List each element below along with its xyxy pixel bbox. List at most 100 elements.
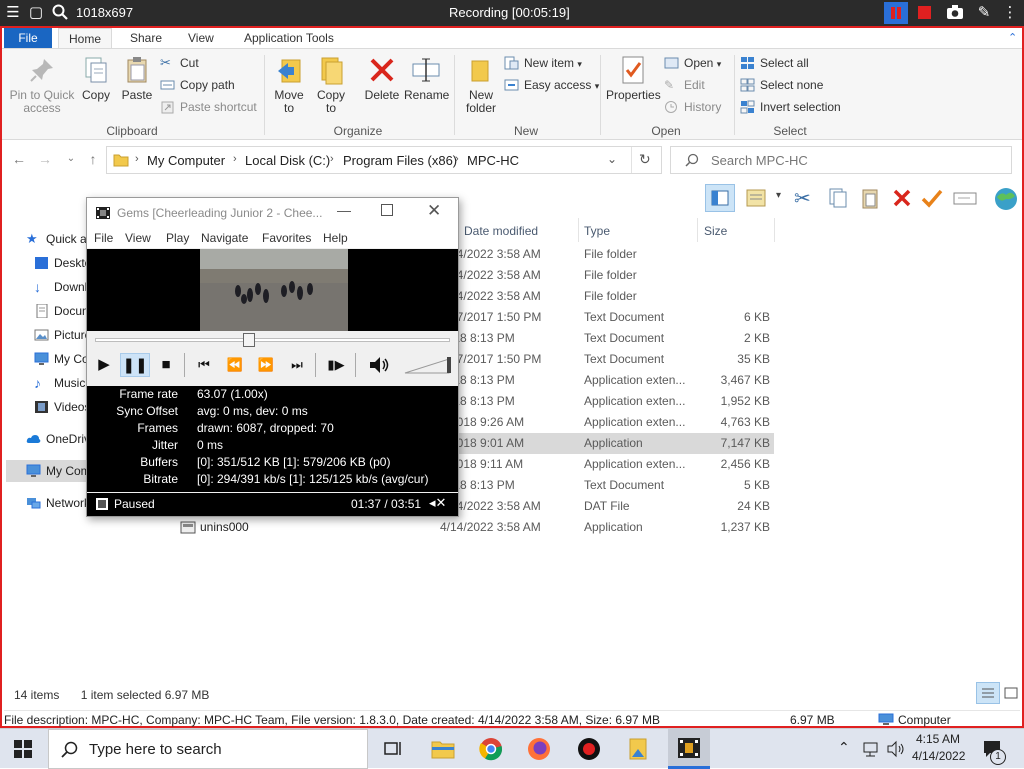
breadcrumb-program-files[interactable]: Program Files (x86) — [343, 153, 457, 168]
edit-button[interactable]: ✎ Edit — [664, 75, 705, 95]
large-icons-view-button[interactable] — [1002, 684, 1020, 702]
copy-button[interactable]: Copy — [78, 55, 114, 102]
easy-access-button[interactable]: Easy access ▾ — [504, 75, 599, 95]
volume-tray-icon[interactable] — [886, 740, 906, 758]
network-tray-icon[interactable] — [862, 740, 880, 758]
chevron-up-icon[interactable]: ⌃ — [1008, 31, 1017, 44]
tab-file[interactable]: File — [4, 28, 52, 48]
tab-share[interactable]: Share — [120, 28, 172, 48]
taskbar-search-box[interactable]: Type here to search — [48, 729, 368, 769]
open-button[interactable]: Open ▾ — [664, 53, 721, 73]
search-box[interactable]: Search MPC-HC — [670, 146, 1012, 174]
fast-forward-button[interactable]: ⏩ — [254, 353, 278, 377]
window-icon[interactable]: ▢ — [27, 4, 45, 22]
breadcrumb-local-disk[interactable]: Local Disk (C:) — [245, 153, 330, 168]
menu-help[interactable]: Help — [323, 231, 348, 245]
chrome-icon[interactable] — [476, 735, 506, 763]
photos-app-icon[interactable] — [624, 735, 654, 763]
back-arrow-icon[interactable]: ← — [10, 150, 28, 168]
tab-application-tools[interactable]: Application Tools — [234, 28, 344, 48]
rename-toolbar-icon[interactable] — [952, 186, 978, 210]
copy-path-button[interactable]: Copy path — [160, 75, 235, 95]
address-bar[interactable]: › My Computer › Local Disk (C:) › Progra… — [106, 146, 662, 174]
forward-arrow-icon[interactable]: → — [36, 150, 54, 168]
volume-slider[interactable] — [403, 355, 455, 375]
seek-thumb[interactable] — [243, 333, 255, 347]
mpc-title-bar[interactable]: Gems [Cheerleading Junior 2 - Chee... — … — [87, 198, 458, 228]
rewind-button[interactable]: ⏪ — [223, 353, 247, 377]
cut-toolbar-icon[interactable]: ✂ — [794, 186, 811, 211]
paste-button[interactable]: Paste — [118, 55, 156, 102]
audio-muted-icon[interactable]: ◂✕ — [429, 495, 446, 511]
paste-toolbar-icon[interactable] — [858, 186, 882, 210]
hamburger-icon[interactable]: ☰ — [4, 4, 22, 22]
column-header-type[interactable]: Type — [584, 220, 610, 242]
tab-home[interactable]: Home — [58, 28, 113, 48]
play-button[interactable]: ▶ — [92, 353, 116, 377]
seek-bar[interactable] — [95, 333, 450, 347]
stop-button[interactable]: ■ — [154, 353, 178, 377]
select-all-button[interactable]: Select all — [740, 53, 809, 73]
search-icon[interactable] — [51, 4, 69, 22]
nav-music[interactable]: ♪ Music — [34, 372, 85, 394]
menu-navigate[interactable]: Navigate — [201, 231, 248, 245]
select-none-button[interactable]: Select none — [740, 75, 823, 95]
preview-pane-button[interactable] — [705, 184, 735, 212]
menu-favorites[interactable]: Favorites — [262, 231, 311, 245]
maximize-button[interactable] — [381, 204, 393, 216]
next-button[interactable]: ⏭ — [285, 353, 309, 377]
up-arrow-icon[interactable]: ↑ — [84, 150, 102, 168]
volume-thumb[interactable] — [447, 357, 451, 373]
chevron-up-icon[interactable]: ⌃ — [838, 739, 850, 756]
breadcrumb-mpc-hc[interactable]: MPC-HC — [467, 153, 519, 168]
cut-button[interactable]: ✂ Cut — [160, 53, 199, 73]
menu-file[interactable]: File — [94, 231, 113, 245]
history-button[interactable]: History — [664, 97, 721, 117]
breadcrumb-my-computer[interactable]: My Computer — [147, 153, 225, 168]
column-header-size[interactable]: Size — [704, 220, 727, 242]
clock-date[interactable]: 4/14/2022 — [912, 749, 965, 763]
pen-icon[interactable]: ✎ — [975, 4, 993, 22]
delete-toolbar-icon[interactable] — [890, 186, 914, 210]
new-item-button[interactable]: New item ▾ — [504, 53, 582, 73]
checkmark-icon[interactable] — [920, 186, 944, 210]
frame-step-button[interactable]: ▮▶ — [324, 353, 348, 377]
previous-button[interactable]: ⏮ — [192, 353, 216, 377]
windows-start-icon[interactable] — [14, 740, 32, 758]
rename-button[interactable]: Rename — [404, 55, 449, 102]
video-area[interactable] — [87, 249, 458, 331]
menu-play[interactable]: Play — [166, 231, 189, 245]
file-row[interactable]: unins000 4/14/2022 3:58 AM Application 1… — [176, 517, 774, 538]
mpc-hc-taskbar-button[interactable] — [668, 729, 710, 769]
menu-dots-icon[interactable]: ⋮ — [1001, 4, 1019, 22]
pause-button[interactable]: ❚❚ — [120, 353, 150, 377]
recent-dropdown-icon[interactable]: ⌄ — [62, 150, 80, 168]
new-folder-button[interactable]: New folder — [460, 55, 502, 115]
globe-icon[interactable] — [992, 184, 1020, 212]
record-app-icon[interactable] — [574, 735, 604, 763]
stop-recording-icon[interactable] — [918, 6, 931, 19]
delete-button[interactable]: Delete — [362, 55, 402, 102]
file-explorer-taskbar-icon[interactable] — [428, 735, 458, 763]
invert-selection-button[interactable]: Invert selection — [740, 97, 841, 117]
clock-time[interactable]: 4:15 AM — [916, 732, 960, 746]
nav-network[interactable]: Network — [26, 492, 90, 514]
nav-videos[interactable]: Videos — [34, 396, 90, 418]
copy-to-button[interactable]: Copy to — [312, 55, 350, 115]
dropdown-arrow-icon[interactable]: ▾ — [776, 190, 781, 201]
pause-recording-button[interactable] — [884, 2, 908, 24]
firefox-icon[interactable] — [524, 735, 554, 763]
properties-button[interactable]: Properties — [606, 55, 661, 102]
menu-view[interactable]: View — [125, 231, 151, 245]
folder-options-icon[interactable] — [744, 186, 770, 210]
move-to-button[interactable]: Move to — [270, 55, 308, 115]
task-view-icon[interactable] — [378, 735, 408, 763]
address-dropdown-icon[interactable]: ⌄ — [607, 152, 617, 166]
tab-view[interactable]: View — [178, 28, 224, 48]
volume-button[interactable] — [367, 353, 391, 377]
column-header-date-modified[interactable]: Date modified — [464, 220, 538, 242]
pin-to-quick-access-button[interactable]: Pin to Quick access — [8, 55, 76, 115]
details-view-button[interactable] — [976, 682, 1000, 704]
copy-toolbar-icon[interactable] — [826, 186, 850, 210]
minimize-button[interactable]: — — [337, 202, 351, 218]
